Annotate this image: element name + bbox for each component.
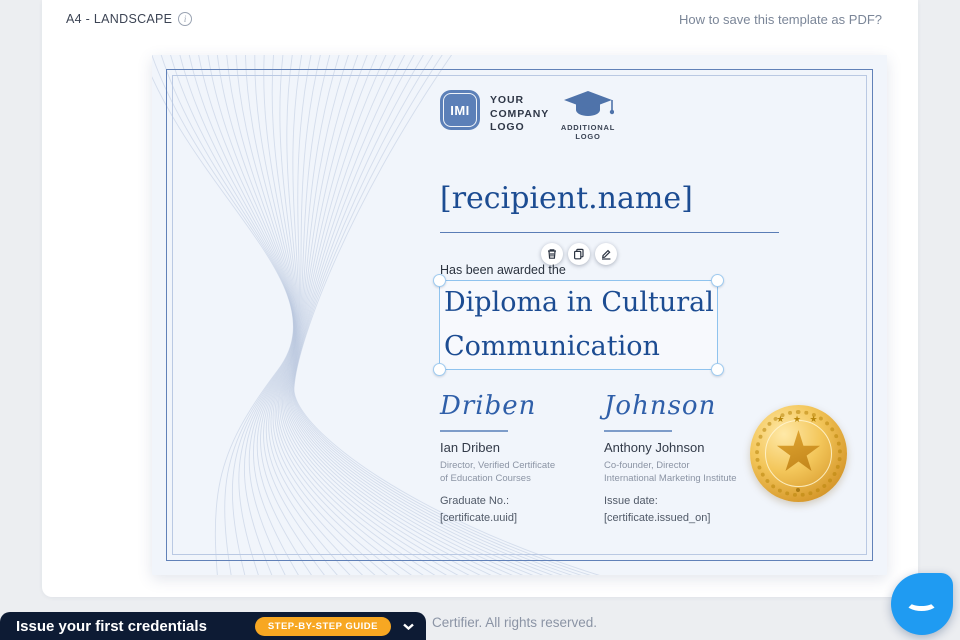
certificate-title: Diploma in Cultural Communication	[444, 287, 714, 362]
signature-script: Driben	[440, 391, 537, 421]
resize-handle-bottom-left[interactable]	[433, 363, 446, 376]
signature-role: Co-founder, Director International Marke…	[604, 460, 737, 485]
signature-rule	[604, 430, 672, 432]
duplicate-button[interactable]	[568, 243, 590, 265]
issue-date-field[interactable]: Issue date: [certificate.issued_on]	[604, 493, 710, 526]
step-by-step-guide-button[interactable]: STEP-BY-STEP GUIDE	[254, 616, 391, 636]
additional-logo-label: ADDITIONAL LOGO	[560, 123, 616, 141]
credentials-banner[interactable]: Issue your first credentials STEP-BY-STE…	[0, 612, 426, 640]
graduation-cap-icon	[564, 91, 614, 116]
signature-name: Anthony Johnson	[604, 440, 705, 455]
signature-block-right[interactable]: Johnson Anthony Johnson Co-founder, Dire…	[604, 391, 764, 486]
recipient-name-placeholder[interactable]: [recipient.name]	[440, 181, 800, 216]
trash-icon	[548, 249, 556, 259]
company-logo-monogram: IMI	[443, 93, 477, 127]
awarded-text[interactable]: Has been awarded the	[440, 263, 566, 277]
company-logo-caption: YOUR COMPANY LOGO	[490, 94, 550, 134]
edit-button[interactable]	[595, 243, 617, 265]
editor-panel: A4 - LANDSCAPE i How to save this templa…	[42, 0, 918, 597]
banner-title: Issue your first credentials	[16, 617, 207, 635]
copy-icon	[574, 248, 584, 260]
pencil-icon	[602, 249, 611, 260]
chat-launcher[interactable]	[891, 573, 953, 635]
resize-handle-top-left[interactable]	[433, 274, 446, 287]
chevron-down-icon	[403, 623, 414, 630]
medal-dot	[796, 488, 800, 492]
info-icon[interactable]: i	[178, 12, 193, 26]
field-value: [certificate.issued_on]	[604, 511, 711, 524]
page-format: A4 - LANDSCAPE i	[66, 12, 193, 26]
graduate-number-field[interactable]: Graduate No.: [certificate.uuid]	[440, 493, 517, 526]
recipient-underline	[440, 232, 779, 233]
field-label: Issue date:	[604, 495, 658, 507]
certifier-template-editor: A4 - LANDSCAPE i How to save this templa…	[0, 0, 960, 640]
additional-logo[interactable]: ADDITIONAL LOGO	[548, 90, 628, 141]
copyright-text: Certifier. All rights reserved.	[432, 615, 598, 630]
field-label: Graduate No.:	[440, 495, 510, 507]
signature-rule	[440, 430, 508, 432]
banner-collapse-button[interactable]	[403, 623, 414, 630]
selected-title-textbox[interactable]: Diploma in Cultural Communication	[433, 274, 724, 376]
signature-name: Ian Driben	[440, 440, 500, 455]
delete-button[interactable]	[541, 243, 563, 265]
certificate-canvas[interactable]: IMI YOUR COMPANY LOGO ADDITIONAL LOGO [r…	[152, 55, 887, 575]
selection-toolbar	[541, 243, 617, 265]
resize-handle-bottom-right[interactable]	[711, 363, 724, 376]
signature-block-left[interactable]: Driben Ian Driben Director, Verified Cer…	[440, 391, 600, 486]
page-format-label: A4 - LANDSCAPE	[66, 12, 173, 26]
resize-handle-top-right[interactable]	[711, 274, 724, 287]
editor-toolbar: A4 - LANDSCAPE i How to save this templa…	[42, 0, 918, 40]
smile-icon	[905, 593, 938, 611]
signature-script: Johnson	[604, 391, 717, 421]
field-value: [certificate.uuid]	[440, 511, 518, 524]
signature-role: Director, Verified Certificate of Educat…	[440, 460, 556, 485]
company-logo[interactable]: IMI	[440, 90, 480, 130]
pdf-help-link[interactable]: How to save this template as PDF?	[679, 12, 882, 27]
gold-medal-badge[interactable]: ★ ★ ★	[750, 405, 847, 502]
medal-mini-stars: ★ ★ ★	[776, 414, 821, 424]
